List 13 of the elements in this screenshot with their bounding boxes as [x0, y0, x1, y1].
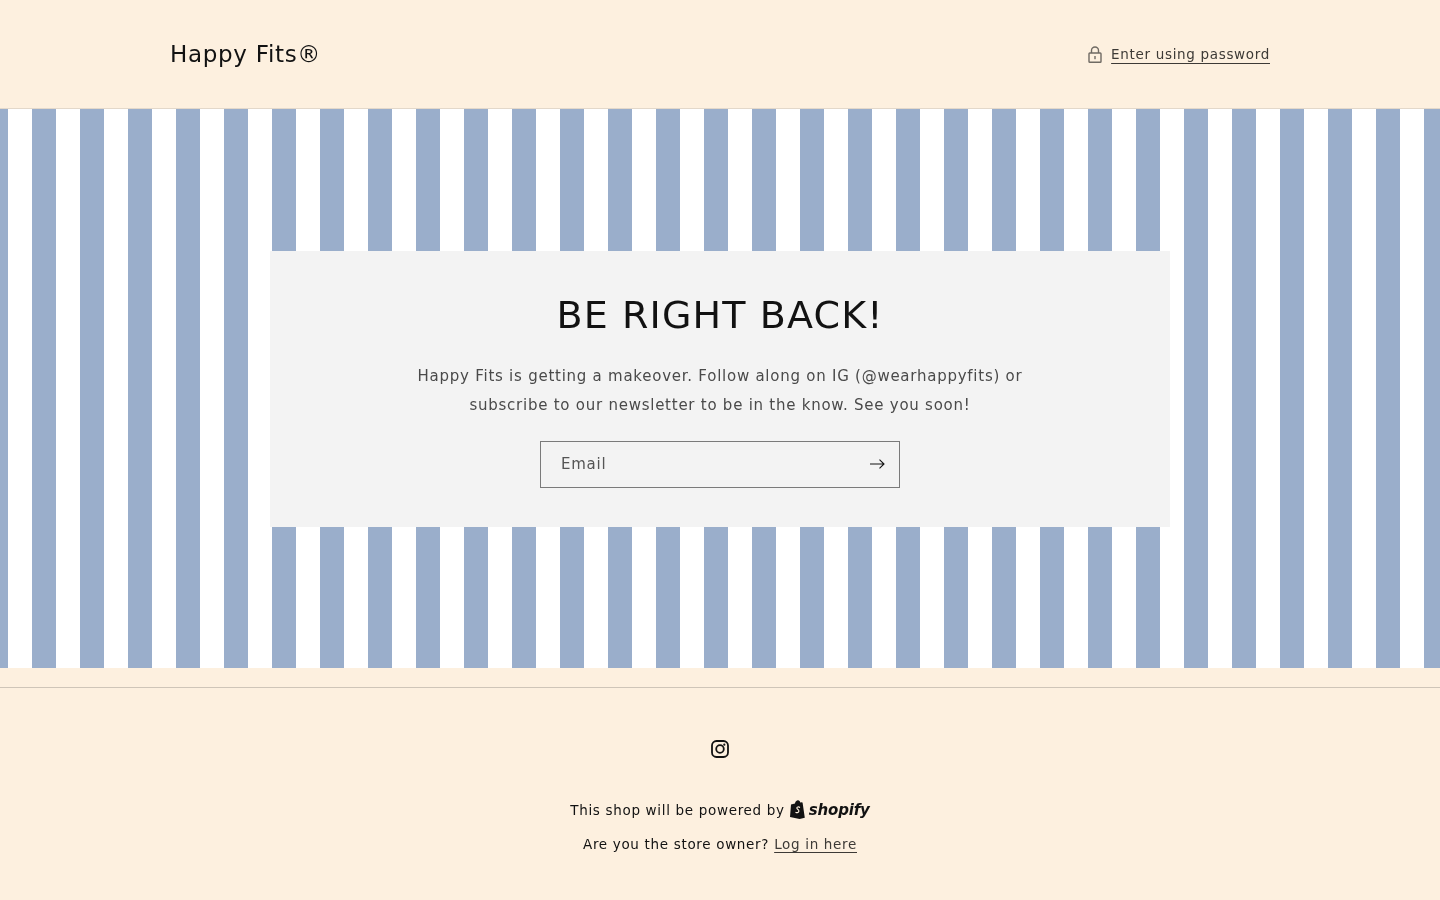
camera-icon[interactable]: [711, 740, 729, 758]
shopping-bag-icon: [789, 800, 806, 819]
brand-link[interactable]: shopify: [789, 800, 870, 819]
lock-icon: [1088, 45, 1103, 63]
powered-by-text: This shop will be powered by: [570, 801, 785, 818]
login-link[interactable]: Log in here: [774, 836, 857, 852]
heading: BE RIGHT BACK!: [556, 291, 884, 339]
arrow-icon: [869, 459, 885, 469]
store-logo: Happy Fits®: [170, 41, 322, 67]
password-link[interactable]: Enter using password: [1088, 45, 1270, 63]
owner-question: Are you the store owner?: [583, 836, 770, 852]
email-field[interactable]: Email: [540, 440, 900, 488]
message-text: Happy Fits is getting a makeover. Follow along on IG (@wearhappyfits) or subscribe to our newsletter to be in the know. See you soon!: [416, 365, 1024, 416]
